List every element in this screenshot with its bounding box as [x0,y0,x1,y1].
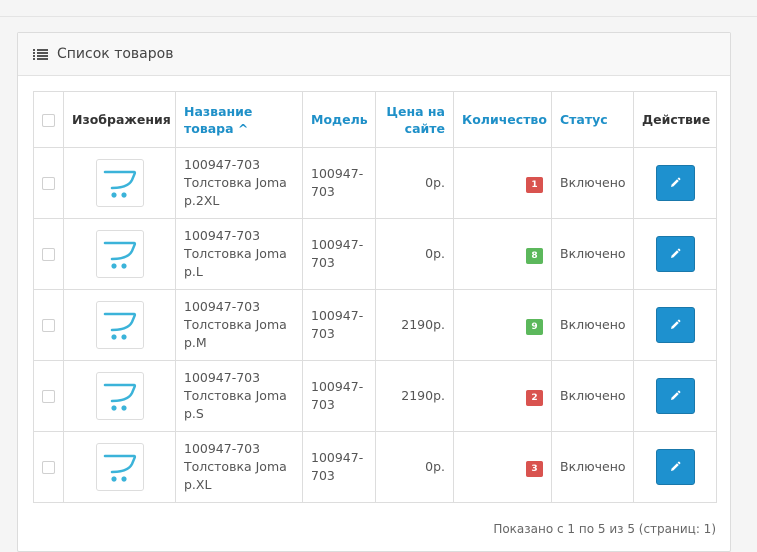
table-row: 100947-703 Толстовка Joma р.2XL 100947-7… [33,147,717,219]
row-checkbox[interactable] [42,390,55,403]
edit-button[interactable] [655,165,695,201]
product-thumbnail[interactable] [95,230,144,278]
product-thumbnail[interactable] [95,443,144,491]
list-icon [33,48,48,60]
row-name: 100947-703 Толстовка Joma р.L [175,218,303,290]
product-thumbnail[interactable] [95,301,144,349]
row-image-cell [63,147,176,219]
row-select-cell [33,218,64,290]
sort-by-price-link[interactable]: Цена на сайте [386,104,445,136]
product-thumbnail[interactable] [95,159,144,207]
row-action-cell [633,431,717,503]
shopping-cart-icon [103,454,136,482]
product-table: Изображения Название товара ^ Модель Цен… [33,91,717,503]
row-model: 100947-703 [302,360,376,432]
row-select-cell [33,289,64,361]
sort-by-model-link[interactable]: Модель [311,112,368,127]
table-row: 100947-703 Толстовка Joma р.L 100947-703… [33,218,717,290]
edit-button[interactable] [655,236,695,272]
product-thumbnail[interactable] [95,372,144,420]
row-price: 2190р. [375,289,454,361]
header-model: Модель [302,91,376,148]
sort-by-name-link[interactable]: Название товара ^ [184,104,252,136]
row-select-cell [33,360,64,432]
quantity-badge: 3 [526,460,543,477]
pencil-icon [671,461,681,471]
row-model: 100947-703 [302,218,376,290]
row-checkbox[interactable] [42,319,55,332]
quantity-badge: 2 [526,389,543,406]
row-select-cell [33,431,64,503]
row-select-cell [33,147,64,219]
edit-button[interactable] [655,307,695,343]
shopping-cart-icon [103,170,136,198]
row-price: 0р. [375,147,454,219]
row-image-cell [63,218,176,290]
row-quantity-cell: 9 [453,289,552,361]
table-row: 100947-703 Толстовка Joma р.S 100947-703… [33,360,717,432]
select-all-cell [33,91,64,148]
row-status: Включено [551,360,634,432]
row-image-cell [63,289,176,361]
quantity-badge: 1 [526,176,543,193]
select-all-checkbox[interactable] [42,114,55,127]
row-model: 100947-703 [302,147,376,219]
pencil-icon [671,177,681,187]
row-action-cell [633,289,717,361]
header-image: Изображения [63,91,176,148]
row-name: 100947-703 Толстовка Joma р.S [175,360,303,432]
row-price: 0р. [375,431,454,503]
row-status: Включено [551,289,634,361]
row-price: 2190р. [375,360,454,432]
shopping-cart-icon [103,241,136,269]
quantity-badge: 8 [526,247,543,264]
table-header-row: Изображения Название товара ^ Модель Цен… [33,91,717,148]
top-divider [0,16,757,17]
shopping-cart-icon [103,383,136,411]
edit-button[interactable] [655,449,695,485]
header-quantity: Количество [453,91,552,148]
header-status: Статус [551,91,634,148]
row-quantity-cell: 1 [453,147,552,219]
product-list-panel: Список товаров Изображения Название това… [17,32,731,552]
sort-caret-icon: ^ [237,120,249,136]
row-image-cell [63,431,176,503]
shopping-cart-icon [103,312,136,340]
sort-by-quantity-link[interactable]: Количество [462,112,547,127]
row-status: Включено [551,431,634,503]
pencil-icon [671,390,681,400]
row-quantity-cell: 8 [453,218,552,290]
sort-by-status-link[interactable]: Статус [560,112,608,127]
row-checkbox[interactable] [42,248,55,261]
row-model: 100947-703 [302,431,376,503]
panel-title: Список товаров [57,46,174,62]
panel-heading: Список товаров [18,33,730,76]
row-action-cell [633,147,717,219]
row-status: Включено [551,218,634,290]
edit-button[interactable] [655,378,695,414]
row-quantity-cell: 3 [453,431,552,503]
row-image-cell [63,360,176,432]
row-quantity-cell: 2 [453,360,552,432]
header-action: Действие [633,91,717,148]
row-name: 100947-703 Толстовка Joma р.2XL [175,147,303,219]
row-checkbox[interactable] [42,177,55,190]
row-name: 100947-703 Толстовка Joma р.XL [175,431,303,503]
row-action-cell [633,360,717,432]
table-row: 100947-703 Толстовка Joma р.XL 100947-70… [33,431,717,503]
row-status: Включено [551,147,634,219]
pencil-icon [671,248,681,258]
row-name: 100947-703 Толстовка Joma р.M [175,289,303,361]
row-checkbox[interactable] [42,461,55,474]
row-model: 100947-703 [302,289,376,361]
pencil-icon [671,319,681,329]
row-action-cell [633,218,717,290]
header-name: Название товара ^ [175,91,303,148]
row-price: 0р. [375,218,454,290]
quantity-badge: 9 [526,318,543,335]
header-price: Цена на сайте [375,91,454,148]
table-row: 100947-703 Толстовка Joma р.M 100947-703… [33,289,717,361]
